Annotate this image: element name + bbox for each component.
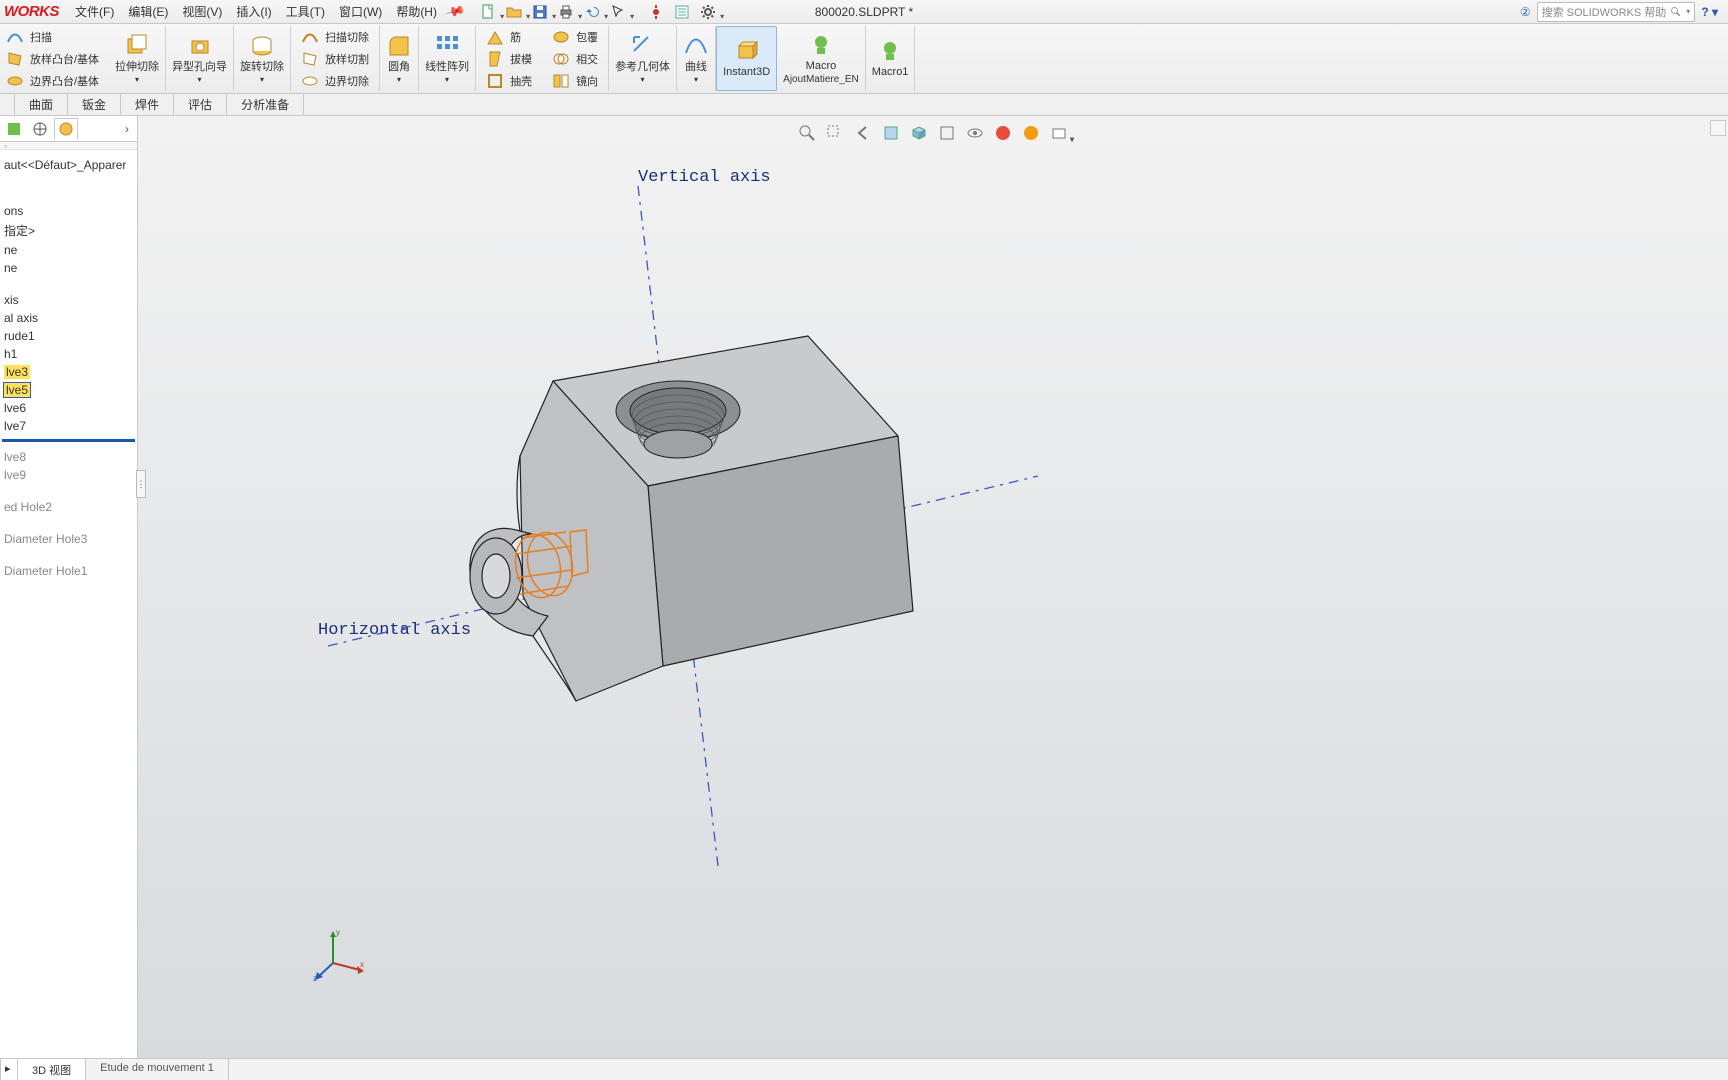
tree-item[interactable]: rude1	[2, 327, 135, 345]
new-doc-icon[interactable]	[477, 2, 499, 22]
sweep-button[interactable]: 扫描	[2, 26, 103, 47]
help-dropdown[interactable]: ? ▾	[1701, 5, 1718, 19]
document-title: 800020.SLDPRT *	[815, 5, 913, 19]
search-icon	[1670, 6, 1682, 18]
ribbon-macro2[interactable]: Macro1	[866, 26, 916, 91]
menu-edit[interactable]: 编辑(E)	[128, 3, 168, 20]
wrap-button[interactable]: 包覆	[548, 26, 602, 47]
quick-access-toolbar	[477, 2, 719, 22]
svg-text:y: y	[336, 928, 340, 937]
tab-3dview[interactable]: 3D 视图	[18, 1059, 86, 1080]
tree-item[interactable]: lve6	[2, 399, 135, 417]
rollback-bar[interactable]	[2, 439, 135, 442]
ribbon-instant3d[interactable]: Instant3D	[716, 26, 777, 91]
feature-tree-panel: › ◦ aut<<Défaut>_Apparer ons 指定> ne ne x…	[0, 116, 138, 1058]
ribbon-rib-group: 筋 拔模 抽壳	[476, 26, 542, 91]
panel-chevron-icon[interactable]: ›	[125, 122, 135, 136]
tree-item-suppressed[interactable]: Diameter Hole1	[2, 562, 135, 580]
menu-insert[interactable]: 插入(I)	[236, 3, 271, 20]
tree-item[interactable]: 指定>	[2, 220, 135, 241]
model-3d[interactable]	[338, 266, 938, 766]
menu-help[interactable]: 帮助(H)	[396, 3, 437, 20]
panel-tabs: ›	[0, 116, 137, 142]
ribbon-fillet[interactable]: 圆角▾	[380, 26, 419, 91]
bottom-tabs: ▸ 3D 视图 Etude de mouvement 1	[0, 1058, 1728, 1080]
open-doc-icon[interactable]	[503, 2, 525, 22]
ribbon-linear-pattern[interactable]: 线性阵列▾	[419, 26, 476, 91]
panel-tab-property[interactable]	[28, 118, 52, 140]
select-icon[interactable]	[607, 2, 629, 22]
options-list-icon[interactable]	[671, 2, 693, 22]
ribbon-macro1[interactable]: Macro AjoutMatiere_EN	[777, 26, 866, 91]
svg-text:x: x	[360, 960, 364, 969]
ribbon-hole-wizard[interactable]: 异型孔向导▾	[166, 26, 234, 91]
loft-button[interactable]: 放样凸台/基体	[2, 48, 103, 69]
tree-item[interactable]: ne	[2, 259, 135, 277]
panel-tab-feature[interactable]	[2, 118, 26, 140]
ribbon-extrude-cut[interactable]: 拉伸切除▾	[109, 26, 166, 91]
ribbon-curves[interactable]: 曲线▾	[677, 26, 716, 91]
tab-model[interactable]: ▸	[0, 1059, 18, 1080]
shell-button[interactable]: 抽壳	[482, 70, 536, 91]
ribbon-revolve-cut[interactable]: 旋转切除▾	[234, 26, 291, 91]
tree-item[interactable]: ons	[2, 202, 135, 220]
title-bar: WORKS 文件(F) 编辑(E) 视图(V) 插入(I) 工具(T) 窗口(W…	[0, 0, 1728, 24]
save-icon[interactable]	[529, 2, 551, 22]
intersect-button[interactable]: 相交	[548, 48, 602, 69]
tree-item[interactable]: xis	[2, 291, 135, 309]
tab-analysis[interactable]: 分析准备	[227, 94, 304, 115]
tab-weldment[interactable]: 焊件	[121, 94, 174, 115]
settings-gear-icon[interactable]	[697, 2, 719, 22]
mirror-button[interactable]: 镜向	[548, 70, 602, 91]
tree-item[interactable]: lve7	[2, 417, 135, 435]
svg-text:z: z	[313, 974, 317, 983]
view-triad[interactable]: y x z	[308, 925, 368, 988]
menu-tools[interactable]: 工具(T)	[286, 3, 325, 20]
tab-evaluate[interactable]: 评估	[174, 94, 227, 115]
rebuild-icon[interactable]	[645, 2, 667, 22]
task-pane-toggle[interactable]	[1710, 120, 1726, 136]
menu-file[interactable]: 文件(F)	[75, 3, 114, 20]
panel-resize-handle[interactable]: ⋮	[136, 470, 146, 498]
panel-tab-config[interactable]	[54, 118, 78, 140]
ribbon-ref-geom[interactable]: 参考几何体▾	[609, 26, 677, 91]
tree-item-suppressed[interactable]: Diameter Hole3	[2, 530, 135, 548]
title-right: ② 搜索 SOLIDWORKS 帮助 ▾ ? ▾	[1520, 2, 1728, 22]
tree-item-suppressed[interactable]: lve9	[2, 466, 135, 484]
feature-tree[interactable]: aut<<Défaut>_Apparer ons 指定> ne ne xis a…	[0, 150, 137, 586]
app-logo: WORKS	[0, 3, 71, 20]
tree-item[interactable]: h1	[2, 345, 135, 363]
tab-motion-study[interactable]: Etude de mouvement 1	[86, 1059, 229, 1080]
loft-cut-button[interactable]: 放样切割	[297, 48, 373, 69]
tab-sheetmetal[interactable]: 钣金	[68, 94, 121, 115]
rib-button[interactable]: 筋	[482, 26, 536, 47]
ribbon-wrap-group: 包覆 相交 镜向	[542, 26, 609, 91]
ribbon-boss-base: 扫描 放样凸台/基体 边界凸台/基体	[0, 26, 109, 91]
tree-item-selected[interactable]: lve5	[2, 381, 135, 399]
ribbon-cut-group: 扫描切除 放样切割 边界切除	[291, 26, 380, 91]
command-tabs: 曲面 钣金 焊件 评估 分析准备	[0, 94, 1728, 116]
tree-config[interactable]: aut<<Défaut>_Apparer	[2, 156, 135, 174]
tree-item-hl[interactable]: lve3	[2, 363, 135, 381]
boundary-cut-button[interactable]: 边界切除	[297, 70, 373, 91]
draft-button[interactable]: 拔模	[482, 48, 536, 69]
menu-bar: 文件(F) 编辑(E) 视图(V) 插入(I) 工具(T) 窗口(W) 帮助(H…	[71, 3, 437, 20]
boundary-button[interactable]: 边界凸台/基体	[2, 70, 103, 91]
tree-item[interactable]: ne	[2, 241, 135, 259]
menu-window[interactable]: 窗口(W)	[339, 3, 382, 20]
tree-item-suppressed[interactable]: ed Hole2	[2, 498, 135, 516]
sweep-cut-button[interactable]: 扫描切除	[297, 26, 373, 47]
ribbon: 扫描 放样凸台/基体 边界凸台/基体 拉伸切除▾ 异型孔向导▾ 旋转切除▾ 扫描…	[0, 24, 1728, 94]
help-search[interactable]: 搜索 SOLIDWORKS 帮助 ▾	[1537, 2, 1696, 22]
tree-item-suppressed[interactable]: lve8	[2, 448, 135, 466]
menu-view[interactable]: 视图(V)	[182, 3, 222, 20]
print-icon[interactable]	[555, 2, 577, 22]
main-area: › ◦ aut<<Défaut>_Apparer ons 指定> ne ne x…	[0, 116, 1728, 1058]
tree-item[interactable]: al axis	[2, 309, 135, 327]
undo-icon[interactable]	[581, 2, 603, 22]
tab-surface[interactable]: 曲面	[14, 94, 68, 115]
pin-icon[interactable]: 📌	[444, 1, 466, 23]
viewport[interactable]: Vertical axis Horizontal axis	[138, 116, 1728, 1058]
help-qmark-icon[interactable]: ②	[1520, 5, 1531, 19]
